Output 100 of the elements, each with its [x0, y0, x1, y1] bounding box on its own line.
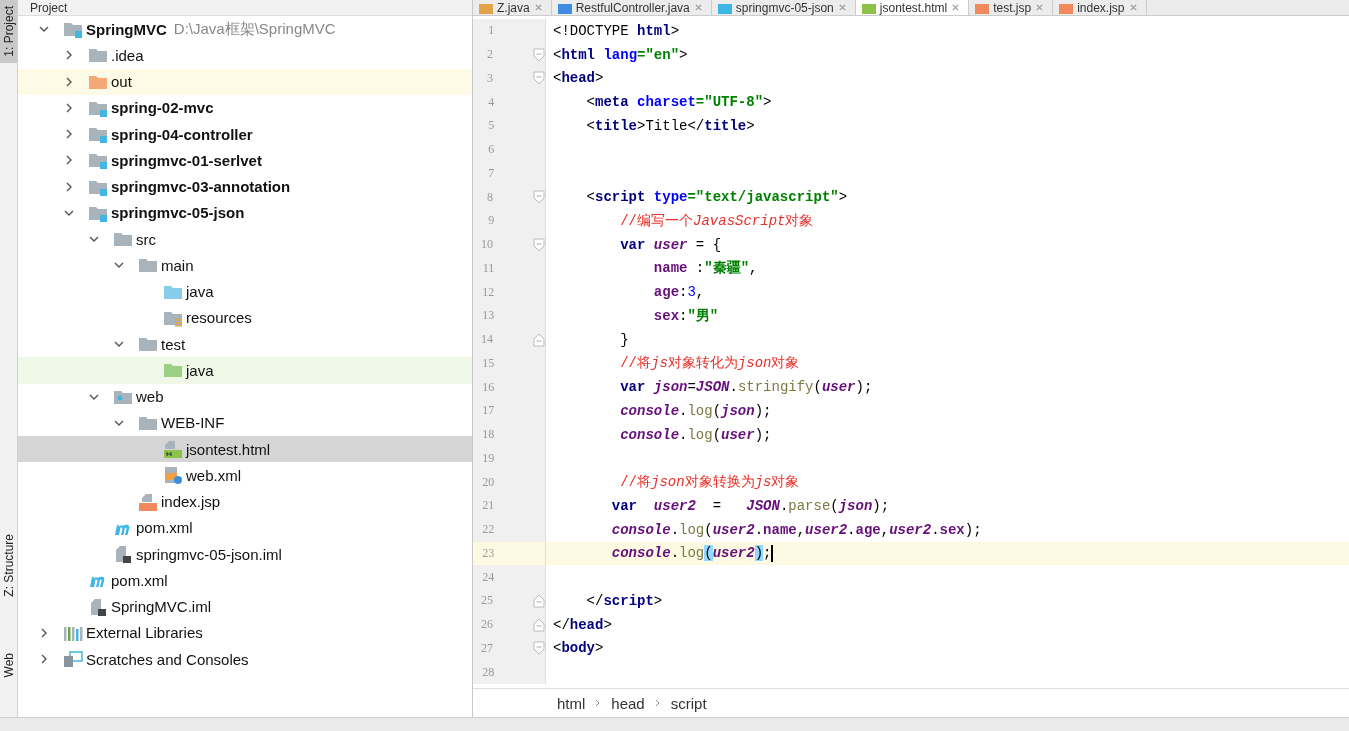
tool-window-tab[interactable]: Web — [0, 647, 17, 684]
tree-item[interactable]: web.xml — [18, 462, 472, 489]
line-number: 12 — [481, 284, 495, 300]
file-type-icon — [861, 1, 876, 14]
code-line: //将json对象转换为js对象 — [619, 473, 800, 492]
chevron-right-icon[interactable] — [39, 654, 49, 665]
folder-icon — [163, 361, 183, 380]
folder-icon — [138, 256, 158, 275]
fold-marker-icon[interactable] — [533, 641, 545, 656]
tree-item[interactable]: Scratches and Consoles — [18, 646, 472, 673]
tree-item[interactable]: index.jsp — [18, 488, 472, 515]
tree-item-label: resources — [186, 309, 252, 327]
tree-item[interactable]: src — [18, 226, 472, 253]
chevron-right-icon — [595, 698, 602, 708]
tree-item-label: out — [111, 73, 132, 91]
tree-item[interactable]: SpringMVC.iml — [18, 593, 472, 620]
editor-tab[interactable]: jsontest.html — [855, 0, 970, 15]
line-number: 11 — [481, 260, 495, 276]
tree-item[interactable]: springmvc-05-json.iml — [18, 541, 472, 568]
folder-icon — [138, 335, 158, 354]
line-number: 3 — [486, 70, 493, 86]
tree-item[interactable]: pom.xml — [18, 514, 472, 541]
fold-marker-icon[interactable] — [533, 332, 545, 347]
code-line: age:3, — [652, 284, 705, 301]
code-line: <title>Title</title> — [585, 117, 755, 134]
tree-item-label: spring-04-controller — [111, 125, 253, 143]
tree-item-label: index.jsp — [161, 493, 221, 511]
fold-marker-icon[interactable] — [533, 237, 545, 252]
fold-marker-icon[interactable] — [533, 617, 545, 632]
tree-item-label: java — [186, 361, 214, 379]
code-line: <meta charset="UTF-8"> — [585, 94, 772, 111]
fold-marker-icon[interactable] — [533, 47, 545, 62]
html-file-icon — [163, 440, 183, 459]
chevron-right-icon[interactable] — [64, 155, 74, 166]
tree-item[interactable]: spring-02-mvc — [18, 94, 472, 121]
code-line: </script> — [585, 592, 663, 609]
chevron-right-icon[interactable] — [64, 50, 74, 61]
breadcrumb[interactable]: script — [670, 694, 707, 712]
tree-item-label: External Libraries — [86, 624, 203, 642]
file-type-icon — [1059, 1, 1074, 14]
code-line: var user = { — [619, 236, 722, 253]
breadcrumb[interactable]: head — [611, 694, 645, 712]
tool-window-tab[interactable]: 1: Project — [0, 0, 17, 63]
chevron-right-icon — [654, 698, 661, 708]
line-number: 20 — [481, 474, 495, 490]
tree-item[interactable]: pom.xml — [18, 567, 472, 594]
line-number: 17 — [481, 403, 495, 419]
line-number: 8 — [486, 189, 493, 205]
editor-tab[interactable]: springmvc-05-json — [711, 0, 856, 15]
tree-item-label: test — [161, 335, 186, 353]
tree-item[interactable]: springmvc-05-json — [18, 199, 472, 226]
tree-item[interactable]: springmvc-03-annotation — [18, 173, 472, 200]
chevron-right-icon[interactable] — [64, 76, 74, 87]
tree-item[interactable]: java — [18, 278, 472, 305]
tree-item-label: springmvc-01-serlvet — [111, 151, 262, 169]
fold-marker-icon[interactable] — [533, 71, 545, 86]
tree-item[interactable]: jsontest.html — [18, 436, 472, 463]
line-number: 28 — [481, 664, 495, 680]
code-line: <body> — [553, 640, 604, 657]
editor-tab[interactable]: test.jsp — [969, 0, 1054, 15]
fold-marker-icon[interactable] — [533, 593, 545, 608]
tree-item-label: springmvc-03-annotation — [111, 178, 291, 196]
tree-item[interactable]: .idea — [18, 42, 472, 69]
fold-marker-icon[interactable] — [533, 190, 545, 205]
code-line: <head> — [553, 70, 604, 87]
tree-item[interactable]: out — [18, 68, 472, 95]
code-line: sex:"男" — [652, 306, 719, 325]
chevron-right-icon[interactable] — [64, 181, 74, 192]
line-number: 27 — [480, 640, 493, 656]
chevron-right-icon[interactable] — [39, 627, 49, 638]
tree-item[interactable]: test — [18, 331, 472, 358]
tree-item[interactable]: resources — [18, 304, 472, 331]
chevron-right-icon[interactable] — [64, 129, 74, 140]
tree-item[interactable]: web — [18, 383, 472, 410]
tree-item-label: web.xml — [186, 466, 241, 484]
code-line: } — [619, 331, 629, 348]
tree-item-label: java — [186, 283, 214, 301]
scratches-icon — [63, 650, 83, 669]
tool-window-tab[interactable]: Z: Structure — [0, 527, 17, 603]
editor-tab[interactable]: index.jsp — [1053, 0, 1147, 15]
line-number: 13 — [481, 308, 495, 324]
tree-item[interactable]: main — [18, 252, 472, 279]
close-icon[interactable] — [951, 3, 961, 12]
tree-item[interactable]: java — [18, 357, 472, 384]
editor-tab[interactable]: Z.java — [473, 0, 552, 15]
code-line: console.log(user2.name,user2.age,user2.sex); — [610, 521, 982, 538]
tree-item[interactable]: spring-04-controller — [18, 121, 472, 148]
tree-item[interactable]: WEB-INF — [18, 409, 472, 436]
line-number: 6 — [487, 142, 495, 158]
tree-item-label: SpringMVC.iml — [111, 598, 212, 616]
line-number: 16 — [481, 379, 495, 395]
tree-item[interactable]: External Libraries — [18, 619, 472, 646]
breadcrumb[interactable]: html — [557, 694, 586, 712]
line-number: 10 — [480, 237, 493, 253]
chevron-right-icon[interactable] — [64, 102, 74, 113]
tree-item[interactable]: SpringMVC D:\Java框架\SpringMVC — [18, 16, 472, 43]
tree-item[interactable]: springmvc-01-serlvet — [18, 147, 472, 174]
panel-title[interactable]: Project — [30, 0, 68, 15]
module-folder-icon — [63, 20, 83, 39]
editor-tab[interactable]: RestfulController.java — [551, 0, 712, 15]
